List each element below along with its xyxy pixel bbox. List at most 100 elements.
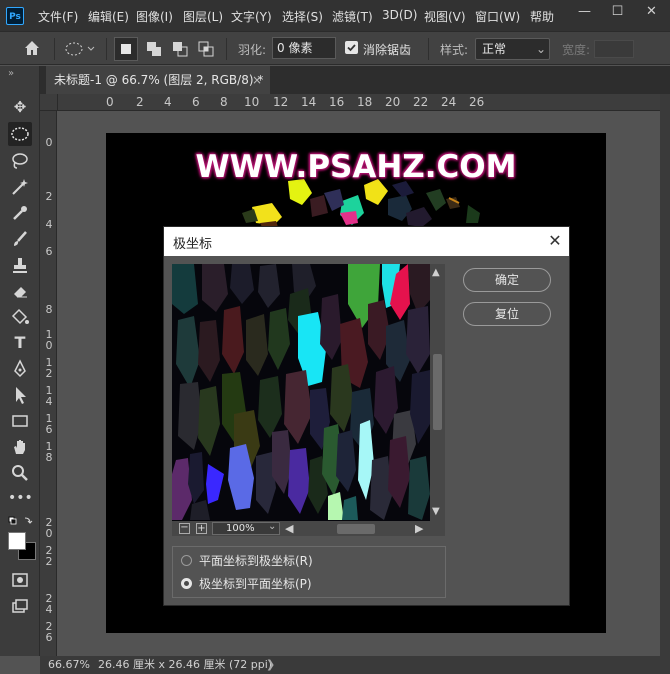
more-tools-icon[interactable]: •••: [8, 486, 33, 510]
dialog-title: 极坐标: [173, 237, 213, 252]
pen-tool-icon[interactable]: [8, 357, 32, 381]
intersect-selection-icon[interactable]: [194, 37, 218, 61]
ok-button[interactable]: 确定: [463, 268, 551, 292]
ruler-tick-label: 24: [441, 95, 457, 109]
restore-button[interactable]: ☐: [601, 0, 634, 24]
quick-mask-icon[interactable]: [8, 568, 32, 592]
menu-select[interactable]: 选择(S): [282, 8, 323, 25]
ruler-tick-label: 10: [244, 95, 260, 109]
style-label: 样式:: [440, 43, 469, 57]
move-tool-icon[interactable]: ✥: [8, 95, 32, 119]
scroll-left-icon[interactable]: ◀: [285, 522, 293, 535]
feather-input[interactable]: 0 像素: [272, 37, 336, 59]
chevron-down-icon: ⌄: [536, 42, 547, 56]
menu-type[interactable]: 文字(Y): [231, 8, 272, 25]
stamp-tool-icon[interactable]: [8, 253, 32, 277]
radio-polar-to-rect[interactable]: [181, 578, 192, 589]
minimize-button[interactable]: —: [568, 0, 601, 24]
ellipse-marquee-preset-icon[interactable]: [64, 40, 96, 58]
eraser-tool-icon[interactable]: [8, 279, 32, 303]
preview-controls-bar: − + 100% ⌄ ◀ ▶: [172, 521, 445, 536]
paint-bucket-tool-icon[interactable]: [8, 305, 32, 329]
menu-filter[interactable]: 滤镜(T): [332, 8, 373, 25]
document-tab-title: 未标题-1 @ 66.7% (图层 2, RGB/8) *: [54, 73, 264, 87]
document-tab[interactable]: 未标题-1 @ 66.7% (图层 2, RGB/8) * ×: [46, 66, 270, 94]
menu-layer[interactable]: 图层(L): [183, 8, 223, 25]
collapse-toolbar-icon[interactable]: »: [8, 68, 14, 79]
options-bar: 羽化: 0 像素 消除锯齿 样式: 正常 ⌄ 宽度:: [0, 31, 670, 65]
tools-panel: » ✥ T •••: [0, 66, 40, 656]
preview-vertical-thumb[interactable]: [433, 354, 442, 430]
close-tab-icon[interactable]: ×: [252, 66, 262, 94]
preview-horizontal-thumb[interactable]: [337, 524, 375, 534]
chevron-down-icon: ⌄: [268, 521, 277, 532]
radio-rect-to-polar[interactable]: [181, 555, 192, 566]
zoom-in-button[interactable]: +: [196, 523, 207, 534]
type-tool-icon[interactable]: T: [8, 331, 32, 355]
ruler-tick-label: 2 4: [45, 592, 53, 616]
new-selection-icon[interactable]: [114, 37, 138, 61]
home-icon[interactable]: [22, 38, 42, 58]
radio-polar-to-rect-label[interactable]: 极坐标到平面坐标(P): [199, 575, 312, 592]
ruler-tick-label: 20: [385, 95, 401, 109]
preview-zoom-value: 100%: [226, 523, 255, 534]
menu-view[interactable]: 视图(V): [424, 8, 466, 25]
close-window-button[interactable]: ✕: [635, 0, 668, 24]
eyedropper-tool-icon[interactable]: [8, 201, 32, 225]
foreground-color-swatch[interactable]: [8, 532, 26, 550]
ruler-tick-label: 1 2: [45, 356, 53, 380]
lasso-tool-icon[interactable]: [8, 149, 32, 173]
dialog-close-icon[interactable]: ✕: [544, 230, 566, 252]
ruler-tick-label: 16: [329, 95, 345, 109]
brush-tool-icon[interactable]: [8, 227, 32, 251]
menu-help[interactable]: 帮助: [530, 8, 554, 25]
elliptical-marquee-tool-icon[interactable]: [8, 122, 32, 146]
add-selection-icon[interactable]: [142, 37, 166, 61]
ruler-tick-label: 2: [136, 95, 144, 109]
feather-label: 羽化:: [238, 43, 267, 57]
ruler-origin[interactable]: [40, 94, 58, 110]
preview-vertical-scrollbar[interactable]: ▲ ▼: [430, 264, 445, 521]
ruler-tick-label: 0: [106, 95, 114, 109]
zoom-level[interactable]: 66.67%: [48, 656, 90, 674]
radio-rect-to-polar-label[interactable]: 平面坐标到极坐标(R): [199, 552, 313, 569]
menu-image[interactable]: 图像(I): [136, 8, 173, 25]
menu-edit[interactable]: 编辑(E): [88, 8, 129, 25]
zoom-tool-icon[interactable]: [8, 461, 32, 485]
ruler-tick-label: 8: [45, 303, 53, 316]
antialias-label: 消除锯齿: [363, 43, 412, 57]
style-select[interactable]: 正常 ⌄: [475, 38, 550, 60]
path-selection-tool-icon[interactable]: [8, 383, 32, 407]
menu-window[interactable]: 窗口(W): [475, 8, 520, 25]
radio-selected-dot: [184, 581, 189, 586]
dialog-titlebar: 极坐标 ✕: [164, 227, 569, 256]
ruler-tick-label: 6: [192, 95, 200, 109]
width-input[interactable]: [594, 40, 634, 58]
preview-zoom-select[interactable]: 100% ⌄: [212, 521, 280, 535]
scroll-up-icon[interactable]: ▲: [432, 267, 440, 278]
filter-preview[interactable]: [172, 264, 430, 521]
status-menu-icon[interactable]: ❯: [266, 656, 275, 674]
hand-tool-icon[interactable]: [8, 435, 32, 459]
vertical-scrollbar[interactable]: [660, 94, 670, 656]
menu-file[interactable]: 文件(F): [38, 8, 78, 25]
ruler-tick-label: 26: [469, 95, 485, 109]
antialias-checkbox[interactable]: [345, 41, 358, 54]
scroll-right-icon[interactable]: ▶: [415, 522, 423, 535]
rectangle-tool-icon[interactable]: [8, 409, 32, 433]
magic-wand-tool-icon[interactable]: [8, 175, 32, 199]
preview-image: [172, 264, 430, 521]
screen-mode-icon[interactable]: [8, 594, 32, 618]
scroll-down-icon[interactable]: ▼: [432, 506, 440, 517]
zoom-out-button[interactable]: −: [179, 523, 190, 534]
subtract-selection-icon[interactable]: [168, 37, 192, 61]
swap-colors-icon[interactable]: [8, 516, 34, 528]
reset-button[interactable]: 复位: [463, 302, 551, 326]
ruler-tick-label: 1 4: [45, 384, 53, 408]
watermark-text: WWW.PSAHZ.COM: [195, 149, 517, 185]
ruler-tick-label: 0: [45, 136, 53, 149]
menu-3d[interactable]: 3D(D): [382, 8, 417, 22]
polar-options-group: 平面坐标到极坐标(R) 极坐标到平面坐标(P): [172, 546, 446, 598]
ruler-tick-label: 2 2: [45, 544, 53, 568]
document-info: 26.46 厘米 x 26.46 厘米 (72 ppi): [98, 658, 273, 671]
